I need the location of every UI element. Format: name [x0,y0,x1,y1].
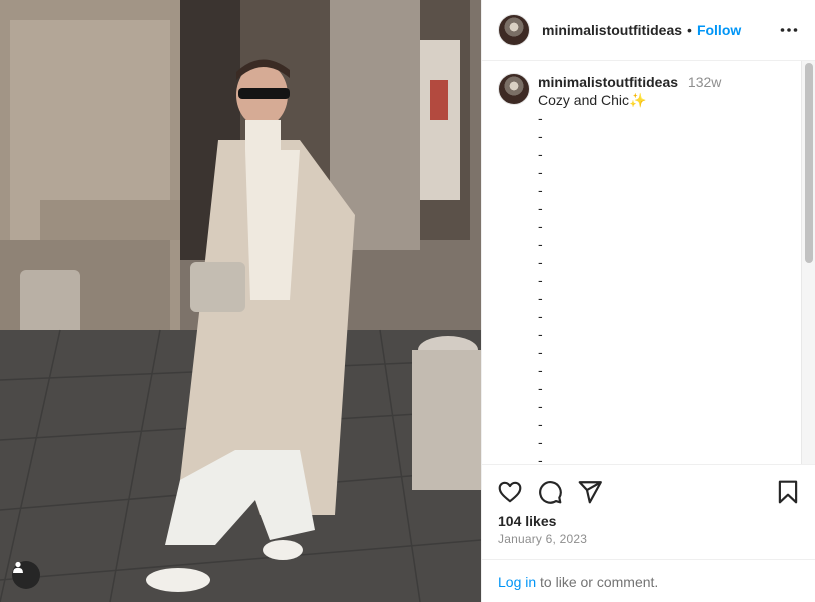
login-prompt-rest: to like or comment. [536,574,659,590]
header-separator: • [687,22,692,38]
caption-age[interactable]: 132w [688,74,721,90]
post-header: minimalistoutfitideas • Follow [482,0,815,61]
comments-scrollbar[interactable] [801,61,815,464]
more-options-icon[interactable] [780,24,798,36]
caption-text-block: minimalistoutfitideas 132w Cozy and Chic… [538,73,721,465]
post-date[interactable]: January 6, 2023 [498,532,587,546]
caption-comment: minimalistoutfitideas 132w Cozy and Chic… [498,73,721,465]
caption-dash-lines: - - - - - - - - - - - - - - - - - - - - … [538,110,543,465]
caption-author-avatar[interactable] [498,73,530,105]
user-tag-icon[interactable] [12,561,40,589]
follow-button[interactable]: Follow [697,22,741,38]
comment-icon[interactable] [537,479,563,505]
login-prompt-text: Log in to like or comment. [498,574,658,590]
photo-illustration [0,0,481,602]
scrollbar-thumb[interactable] [805,63,813,263]
share-icon[interactable] [577,479,603,505]
post-photo[interactable] [0,0,481,602]
caption-username[interactable]: minimalistoutfitideas [538,74,678,90]
heart-icon[interactable] [497,479,523,505]
login-link[interactable]: Log in [498,574,536,590]
likes-count[interactable]: 104 likes [498,513,556,529]
author-avatar[interactable] [498,14,530,46]
login-prompt: Log in to like or comment. [482,559,815,602]
caption-body: Cozy and Chic✨ [538,92,647,108]
comments-section[interactable]: minimalistoutfitideas 132w Cozy and Chic… [482,61,815,465]
action-bar [482,466,815,516]
bookmark-icon[interactable] [775,479,801,505]
post-details-panel: minimalistoutfitideas • Follow minimalis… [481,0,815,602]
author-username[interactable]: minimalistoutfitideas [542,22,682,38]
